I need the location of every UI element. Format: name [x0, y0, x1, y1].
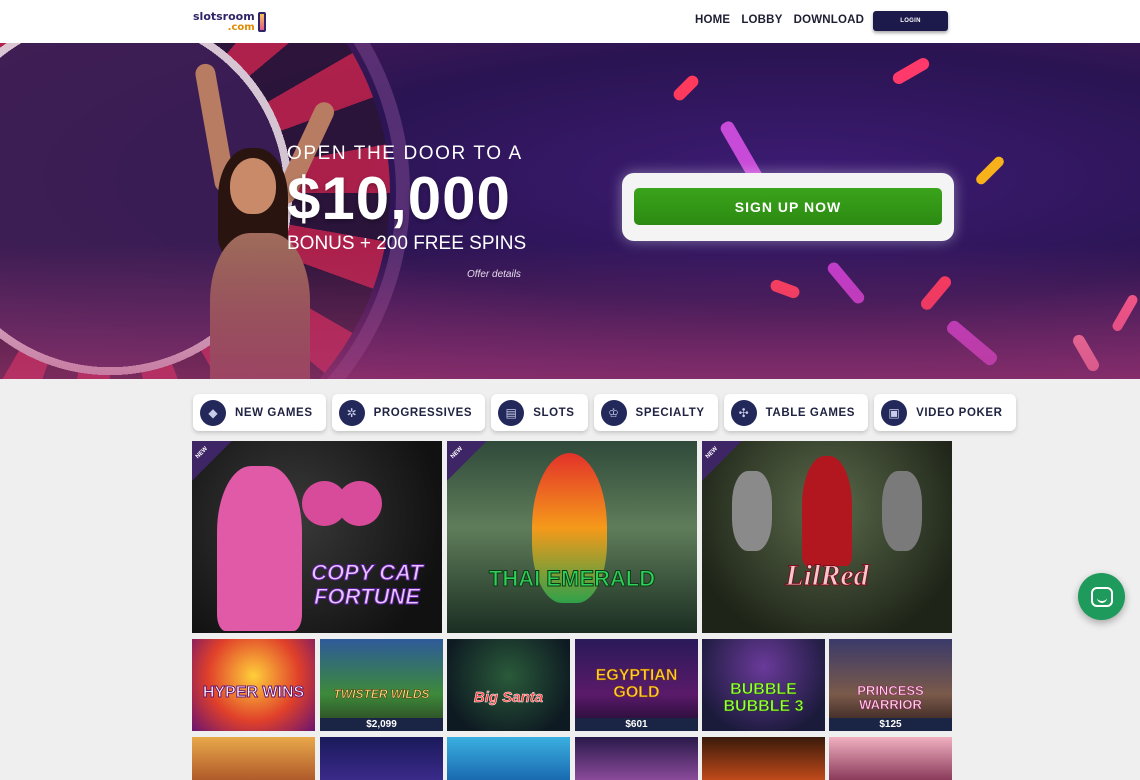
nav-download[interactable]: DOWNLOAD — [794, 14, 865, 26]
hero-headline: OPEN THE DOOR TO A $10,000 BONUS + 200 F… — [287, 143, 526, 255]
cat-character-image — [217, 466, 302, 631]
game-tile-princess-warrior[interactable]: PRINCESS WARRIOR $125 — [829, 639, 952, 731]
cards-icon: ▣ — [881, 399, 908, 426]
category-label: SLOTS — [533, 406, 575, 419]
nav-home[interactable]: HOME — [695, 14, 730, 26]
chat-icon — [1090, 586, 1113, 607]
game-title: PRINCESS WARRIOR — [857, 683, 924, 712]
game-title: BUBBLE BUBBLE 3 — [723, 681, 804, 716]
wolf-image — [732, 471, 772, 551]
new-badge: NEW — [192, 441, 232, 481]
game-tile-twister-wilds[interactable]: TWISTER WILDS $2,099 — [320, 639, 443, 731]
game-tile-big-santa[interactable]: Big Santa — [447, 639, 570, 731]
category-bar: ◆ NEW GAMES ✲ PROGRESSIVES ▤ SLOTS ♔ SPE… — [193, 394, 1016, 431]
category-video-poker[interactable]: ▣ VIDEO POKER — [874, 394, 1016, 431]
jackpot-amount: $125 — [829, 718, 952, 731]
game-tile[interactable] — [575, 737, 698, 780]
site-header: slotsroom .com HOME LOBBY DOWNLOAD LOGIN — [0, 0, 1140, 43]
game-title: TWISTER WILDS — [333, 687, 430, 702]
game-tile-hyper-wins[interactable]: HYPER WINS — [192, 639, 315, 731]
game-tile-egyptian-gold[interactable]: EGYPTIAN GOLD $601 — [575, 639, 698, 731]
game-tile[interactable] — [192, 737, 315, 780]
wolf-image — [882, 471, 922, 551]
category-label: NEW GAMES — [235, 406, 313, 419]
game-title: THAI EMERALD — [488, 566, 656, 592]
category-label: VIDEO POKER — [916, 406, 1003, 419]
crown-icon: ♔ — [600, 399, 627, 426]
category-label: PROGRESSIVES — [373, 406, 473, 419]
jackpot-amount: $2,099 — [320, 718, 443, 731]
game-tile[interactable] — [320, 737, 443, 780]
category-label: SPECIALTY — [635, 406, 705, 419]
chips-icon: ✣ — [730, 399, 757, 426]
category-label: TABLE GAMES — [765, 406, 856, 419]
hero-line-1: OPEN THE DOOR TO A — [287, 143, 523, 164]
red-riding-hood-image — [802, 456, 852, 566]
game-tile-lil-red[interactable]: LilRed NEW — [702, 441, 952, 633]
new-badge: NEW — [447, 441, 487, 481]
hero-bonus-amount: $10,000 — [287, 165, 511, 232]
door-icon — [257, 12, 266, 32]
game-title: Big Santa — [473, 689, 544, 707]
new-badge: NEW — [702, 441, 742, 481]
login-button[interactable]: LOGIN — [873, 11, 948, 31]
game-title: LilRed — [785, 559, 869, 593]
category-slots[interactable]: ▤ SLOTS — [491, 394, 588, 431]
slot-machine-icon: ▤ — [498, 399, 525, 426]
signup-panel: SIGN UP NOW — [622, 173, 954, 241]
game-tile-copy-cat-fortune[interactable]: COPY CAT FORTUNE NEW — [192, 441, 442, 633]
site-logo[interactable]: slotsroom .com — [193, 9, 266, 35]
signup-button[interactable]: SIGN UP NOW — [634, 188, 942, 225]
game-tile[interactable] — [447, 737, 570, 780]
chat-button[interactable] — [1078, 573, 1125, 620]
hero-line-3: BONUS + 200 FREE SPINS — [287, 233, 527, 254]
category-table-games[interactable]: ✣ TABLE GAMES — [723, 394, 869, 431]
main-nav: HOME LOBBY DOWNLOAD — [695, 14, 875, 26]
nav-lobby[interactable]: LOBBY — [741, 14, 782, 26]
diamond-icon: ◆ — [200, 399, 226, 426]
hero-banner: OPEN THE DOOR TO A $10,000 BONUS + 200 F… — [0, 43, 1140, 379]
game-tile[interactable] — [829, 737, 952, 780]
category-specialty[interactable]: ♔ SPECIALTY — [593, 394, 718, 431]
offer-details-link[interactable]: Offer details — [467, 269, 521, 280]
game-tile-thai-emerald[interactable]: THAI EMERALD NEW — [447, 441, 697, 633]
game-tile[interactable] — [702, 737, 825, 780]
logo-sub: .com — [227, 22, 255, 33]
game-title: HYPER WINS — [202, 684, 305, 702]
game-title: EGYPTIAN GOLD — [595, 667, 678, 702]
game-title: COPY CAT FORTUNE — [311, 560, 424, 609]
jackpot-amount: $601 — [575, 718, 698, 731]
sparkle-icon: ✲ — [338, 399, 365, 426]
game-tile-bubble-bubble-3[interactable]: BUBBLE BUBBLE 3 — [702, 639, 825, 731]
category-progressives[interactable]: ✲ PROGRESSIVES — [331, 394, 486, 431]
category-new-games[interactable]: ◆ NEW GAMES — [193, 394, 326, 431]
